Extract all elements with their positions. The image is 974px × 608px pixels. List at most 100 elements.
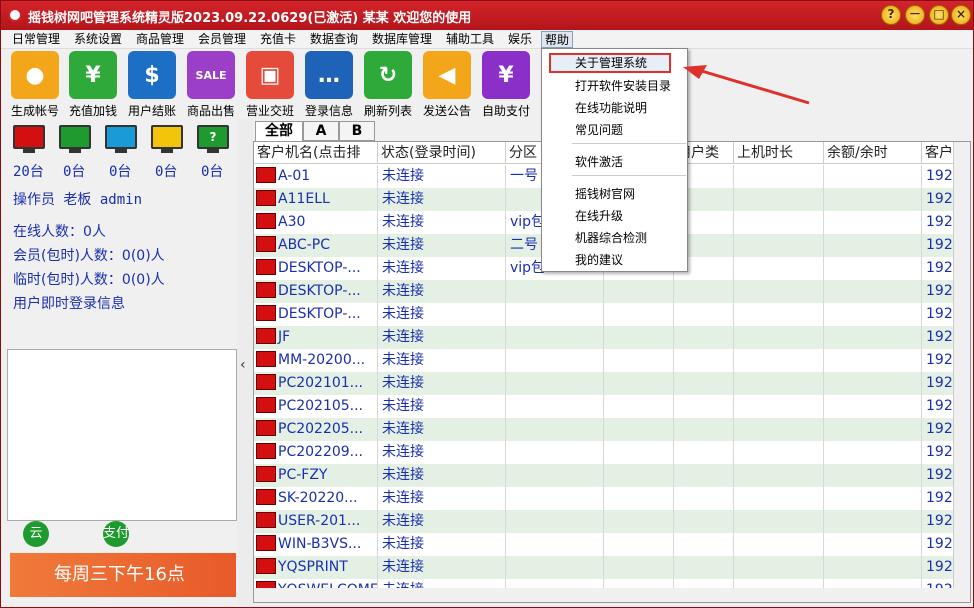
count-blue: 0台 <box>109 164 132 180</box>
help-window-button[interactable]: ? <box>881 5 901 25</box>
close-button[interactable]: × <box>951 5 971 25</box>
tab-all[interactable]: 全部 <box>255 121 303 141</box>
tab-b[interactable]: B <box>339 121 375 141</box>
table-row[interactable]: USER-201... 未连接 192. <box>254 510 970 533</box>
cell-empty <box>824 234 922 257</box>
menu-tools[interactable]: 辅助工具 <box>443 31 497 48</box>
cell-empty <box>734 372 824 395</box>
login-info-button[interactable]: … 登录信息 <box>299 51 359 119</box>
col-client-name[interactable]: 客户机名(点击排 <box>254 142 378 164</box>
menu-goods[interactable]: 商品管理 <box>133 31 187 48</box>
cell-empty <box>674 303 734 326</box>
vertical-scrollbar[interactable] <box>953 142 970 602</box>
cell-empty <box>674 510 734 533</box>
cell-empty <box>604 326 674 349</box>
cell-empty <box>824 303 922 326</box>
send-notice-button[interactable]: ◀ 发送公告 <box>417 51 477 119</box>
menu-item-open-install-dir[interactable]: 打开软件安装目录 <box>575 77 671 94</box>
menu-recharge-card[interactable]: 充值卡 <box>257 31 299 48</box>
self-pay-button[interactable]: ¥ 自助支付 <box>476 51 536 119</box>
sell-goods-button[interactable]: SALE 商品出售 <box>181 51 241 119</box>
cell-empty <box>674 372 734 395</box>
menu-database[interactable]: 数据库管理 <box>369 31 435 48</box>
col-client-ip[interactable]: 客户 <box>922 142 956 164</box>
client-name-text: PC202101... <box>278 375 364 391</box>
cell-client-name: DESKTOP-... <box>254 280 378 303</box>
col-status[interactable]: 状态(登录时间) <box>378 142 506 164</box>
menu-item-machine-check[interactable]: 机器综合检测 <box>575 229 647 246</box>
menu-item-faq[interactable]: 常见问题 <box>575 121 623 138</box>
menu-help[interactable]: 帮助 <box>541 31 574 48</box>
cell-client-name: MM-20200... <box>254 349 378 372</box>
menu-entertainment[interactable]: 娱乐 <box>505 31 535 48</box>
collapse-arrow-icon[interactable]: ‹ <box>240 357 246 373</box>
col-balance[interactable]: 余额/余时 <box>824 142 922 164</box>
cell-status: 未连接 <box>378 234 506 257</box>
cell-empty <box>604 441 674 464</box>
table-row[interactable]: PC-FZY 未连接 192. <box>254 464 970 487</box>
menu-item-suggestion[interactable]: 我的建议 <box>575 251 623 268</box>
yen-icon: ¥ <box>482 51 530 99</box>
client-name-text: A-01 <box>278 168 311 184</box>
refresh-list-button[interactable]: ↻ 刷新列表 <box>358 51 418 119</box>
cell-status: 未连接 <box>378 280 506 303</box>
menu-item-about[interactable]: 关于管理系统 <box>549 53 671 73</box>
table-row[interactable]: MM-20200... 未连接 192. <box>254 349 970 372</box>
menu-item-activate[interactable]: 软件激活 <box>575 153 623 170</box>
menu-members[interactable]: 会员管理 <box>195 31 249 48</box>
menu-item-online-help[interactable]: 在线功能说明 <box>575 99 647 116</box>
shift-handover-button[interactable]: ▣ 营业交班 <box>240 51 300 119</box>
menu-data-query[interactable]: 数据查询 <box>307 31 361 48</box>
menu-settings[interactable]: 系统设置 <box>71 31 125 48</box>
table-row[interactable]: JF 未连接 192. <box>254 326 970 349</box>
cell-client-name: DESKTOP-... <box>254 303 378 326</box>
table-row[interactable]: DESKTOP-... 未连接 192. <box>254 280 970 303</box>
button-label: 登录信息 <box>304 104 353 118</box>
table-row[interactable]: WIN-B3VS... 未连接 192. <box>254 533 970 556</box>
pay-icon[interactable]: 支付 <box>103 521 129 547</box>
minimize-button[interactable]: － <box>905 5 925 25</box>
temp-count: 临时(包时)人数：0(0)人 <box>13 272 165 288</box>
recharge-button[interactable]: ¥ 充值加钱 <box>63 51 123 119</box>
tab-a[interactable]: A <box>303 121 339 141</box>
online-count: 在线人数：0人 <box>13 224 106 240</box>
table-row[interactable]: PC202101... 未连接 192. <box>254 372 970 395</box>
ad-banner[interactable]: 每周三下午16点 <box>10 553 236 597</box>
menu-item-upgrade[interactable]: 在线升级 <box>575 207 623 224</box>
col-online-time[interactable]: 上机时长 <box>734 142 824 164</box>
cell-client-ip: 192. <box>922 395 956 418</box>
cell-status: 未连接 <box>378 556 506 579</box>
generate-account-button[interactable]: ● 生成帐号 <box>5 51 65 119</box>
checkout-button[interactable]: $ 用户结账 <box>122 51 182 119</box>
cell-client-ip: 192. <box>922 188 956 211</box>
table-row[interactable]: SK-20220... 未连接 192. <box>254 487 970 510</box>
pc-offline-icon <box>256 443 276 459</box>
cell-status: 未连接 <box>378 372 506 395</box>
cell-empty <box>604 464 674 487</box>
menu-daily[interactable]: 日常管理 <box>9 31 63 48</box>
client-name-text: PC202105... <box>278 398 364 414</box>
table-row[interactable]: PC202205... 未连接 192. <box>254 418 970 441</box>
table-row[interactable]: PC202209... 未连接 192. <box>254 441 970 464</box>
pc-offline-icon <box>256 535 276 551</box>
cloud-icon[interactable]: 云 <box>23 521 49 547</box>
client-name-text: DESKTOP-... <box>278 260 361 276</box>
maximize-button[interactable]: □ <box>929 5 949 25</box>
client-name-text: JF <box>278 329 291 345</box>
menu-bar: 日常管理 系统设置 商品管理 会员管理 充值卡 数据查询 数据库管理 辅助工具 … <box>1 30 973 49</box>
cell-empty <box>604 556 674 579</box>
client-name-text: A30 <box>278 214 306 230</box>
panel-splitter[interactable]: ‹ <box>237 119 253 605</box>
pc-offline-icon <box>256 466 276 482</box>
table-row[interactable]: YQSPRINT 未连接 192. <box>254 556 970 579</box>
client-name-text: YQSPRINT <box>278 559 348 575</box>
table-row[interactable]: PC202105... 未连接 192. <box>254 395 970 418</box>
cell-empty <box>734 165 824 188</box>
cell-empty <box>734 349 824 372</box>
menu-item-official-site[interactable]: 摇钱树官网 <box>575 185 635 202</box>
table-row[interactable]: DESKTOP-... 未连接 192. <box>254 303 970 326</box>
pc-offline-icon <box>256 351 276 367</box>
cell-client-name: DESKTOP-... <box>254 257 378 280</box>
cell-client-ip: 192. <box>922 326 956 349</box>
horizontal-scrollbar[interactable] <box>254 588 954 602</box>
